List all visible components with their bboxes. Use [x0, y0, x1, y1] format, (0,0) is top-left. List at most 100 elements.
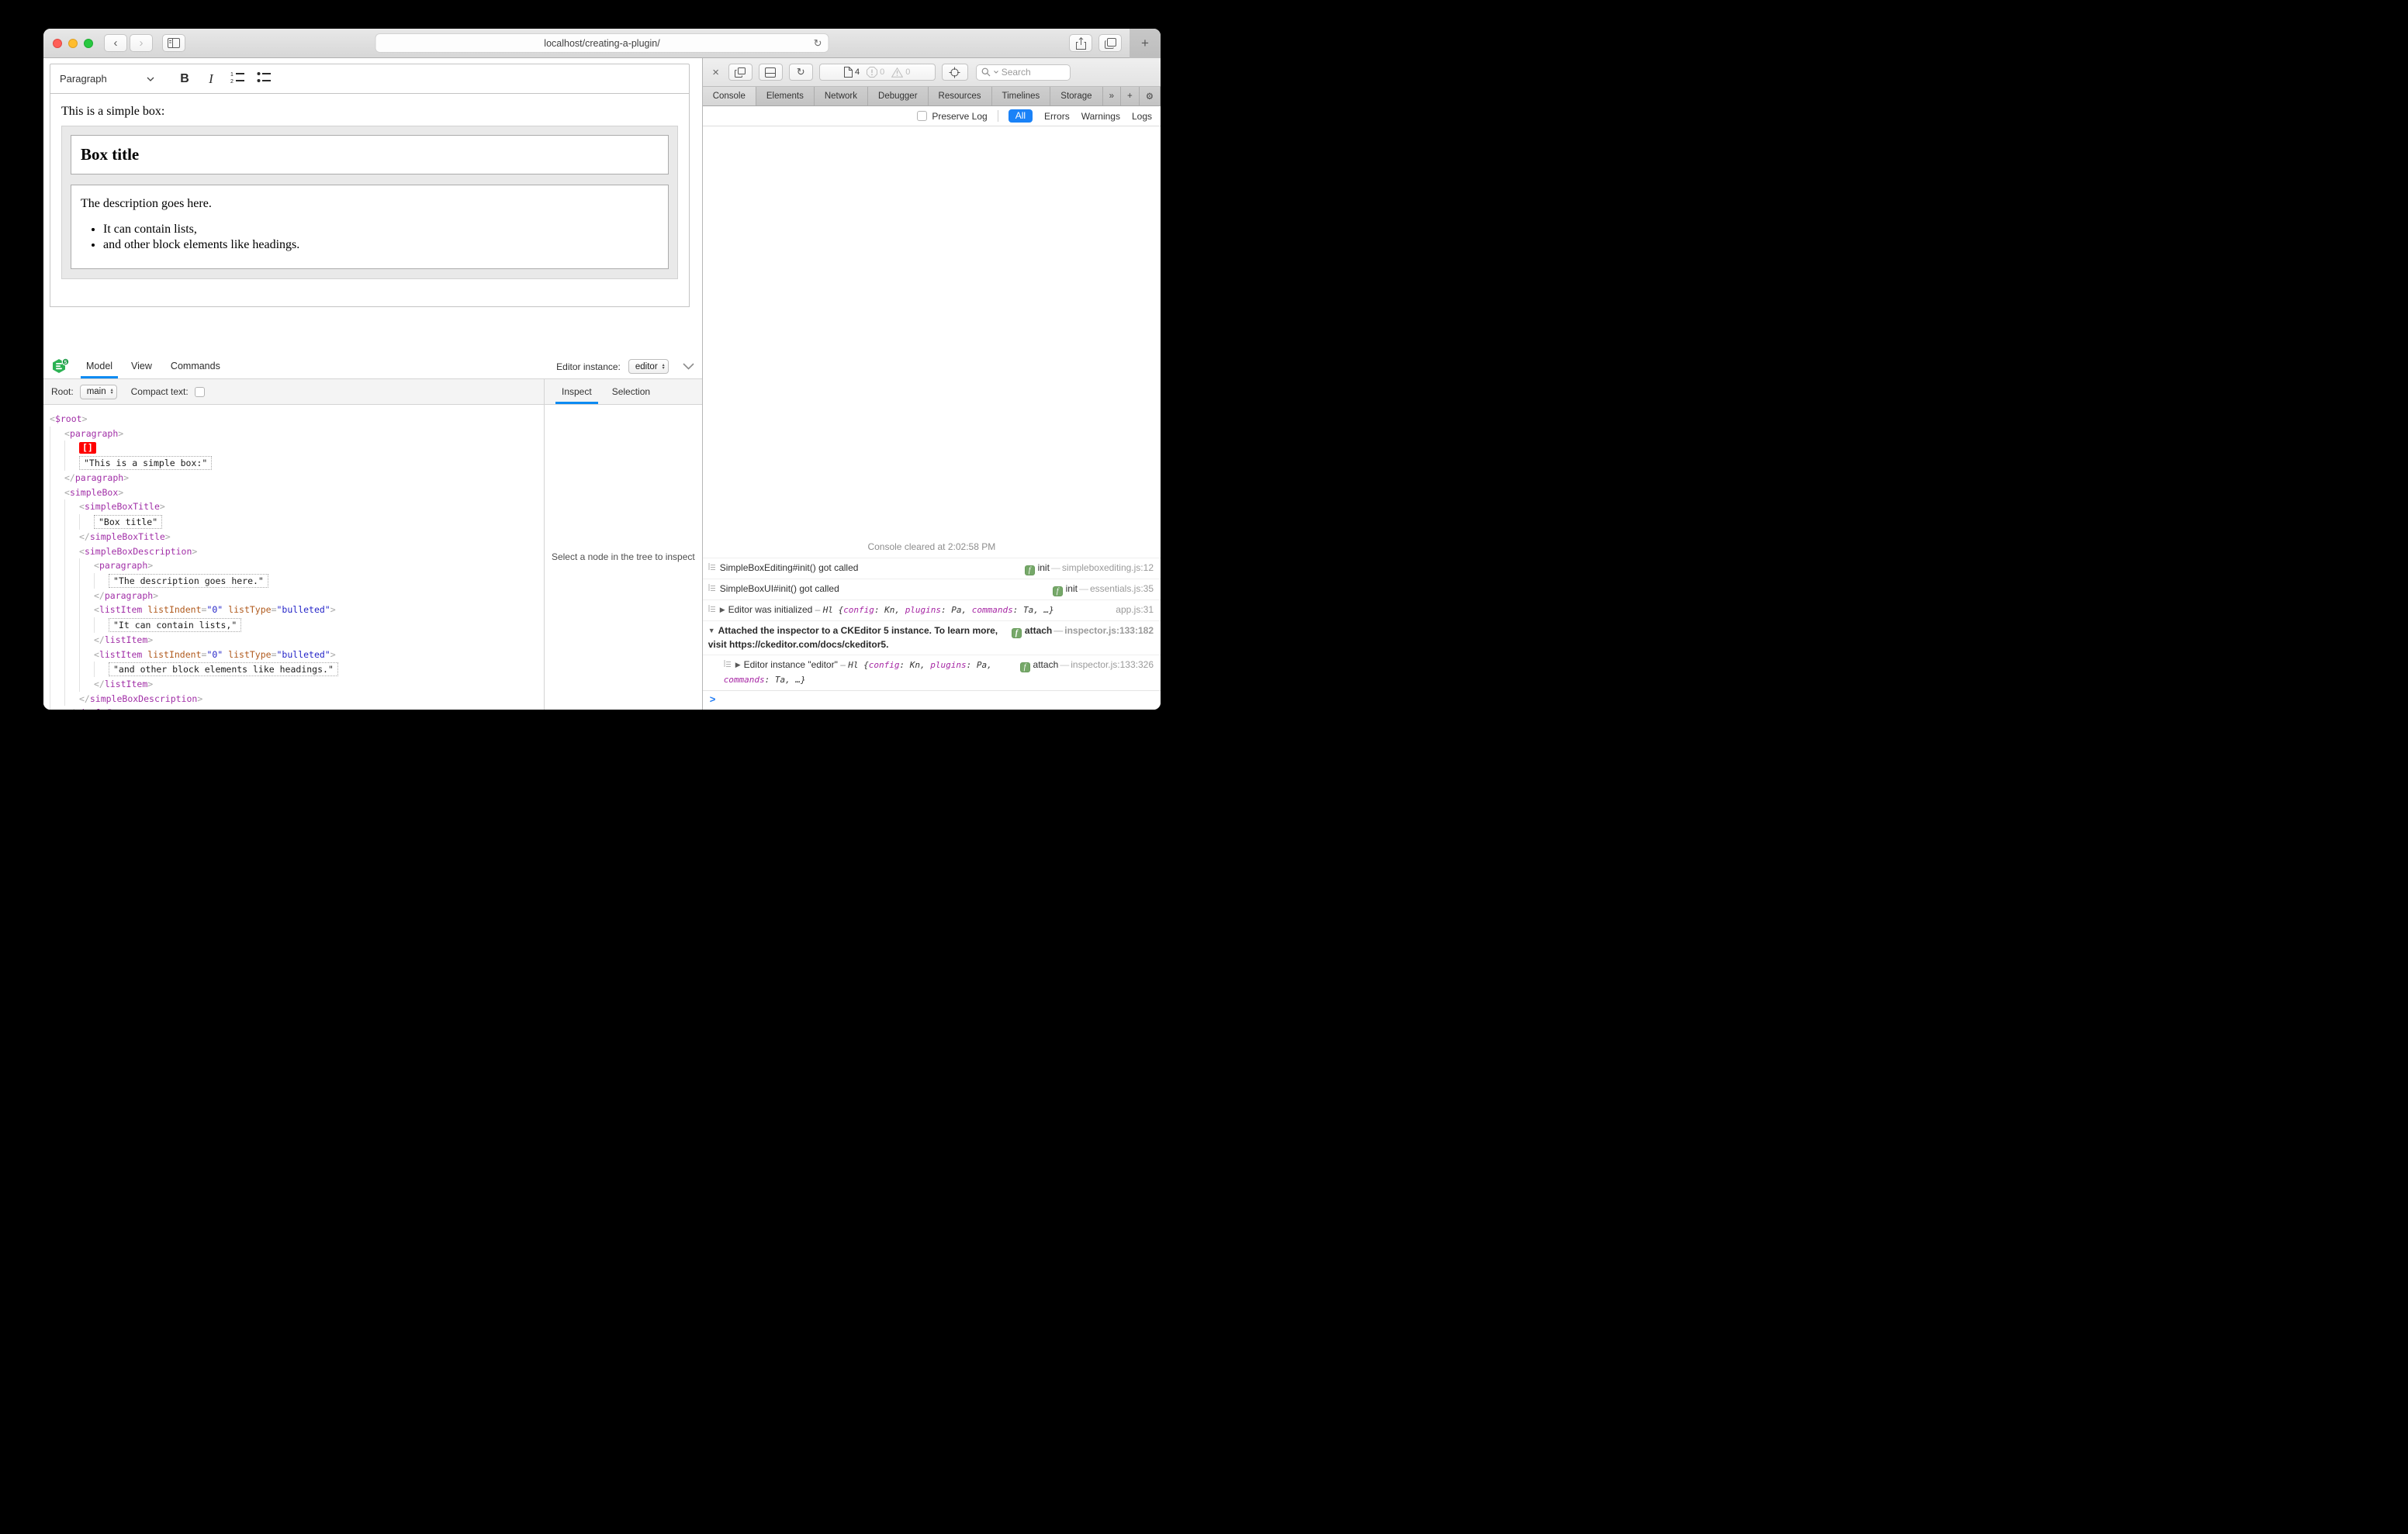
- filter-scope-warnings[interactable]: Warnings: [1081, 111, 1120, 122]
- preserve-log-checkbox[interactable]: [917, 111, 928, 121]
- tab-overview-button[interactable]: [1098, 34, 1122, 52]
- editor-paragraph[interactable]: This is a simple box:: [61, 105, 678, 119]
- devtools-tab-timelines[interactable]: Timelines: [992, 87, 1051, 105]
- filter-scope-all[interactable]: All: [1008, 109, 1033, 123]
- description-paragraph[interactable]: The description goes here.: [81, 197, 659, 211]
- element-node[interactable]: </listItem>: [94, 633, 153, 648]
- devtools-tab-resources[interactable]: Resources: [929, 87, 992, 105]
- source-link[interactable]: simpleboxediting.js:12: [1062, 562, 1154, 573]
- text-node-box[interactable]: "Box title": [94, 514, 163, 529]
- disclosure-collapsed-icon[interactable]: ▶: [720, 603, 725, 617]
- devtools-tab-console[interactable]: Console: [702, 87, 756, 105]
- tab-model[interactable]: Model: [81, 354, 119, 378]
- source-link[interactable]: inspector.js:133:326: [1071, 659, 1154, 670]
- list-item[interactable]: and other block elements like headings.: [103, 238, 659, 252]
- element-node[interactable]: <paragraph>: [64, 427, 123, 441]
- simple-box-widget[interactable]: Box title The description goes here. It …: [61, 126, 678, 279]
- console-row[interactable]: app.js:31 ▶ Editor was initialized – Hl {c…: [702, 599, 1161, 620]
- element-node[interactable]: <listItem listIndent="0" listType="bulle…: [94, 603, 336, 617]
- element-node[interactable]: <paragraph>: [94, 558, 153, 573]
- address-bar[interactable]: localhost/creating-a-plugin/ ↻: [375, 33, 829, 53]
- new-tab-button[interactable]: +: [1130, 29, 1161, 58]
- reload-page-button[interactable]: ↻: [788, 64, 813, 81]
- tab-selection[interactable]: Selection: [606, 379, 656, 404]
- collapse-inspector-icon[interactable]: [683, 363, 694, 370]
- element-node[interactable]: <simpleBox>: [64, 485, 123, 500]
- source-link[interactable]: app.js:31: [1116, 604, 1154, 615]
- compact-text-checkbox[interactable]: [194, 386, 205, 397]
- gear-icon[interactable]: ⚙: [1140, 87, 1161, 105]
- list-item[interactable]: It can contain lists,: [103, 223, 659, 237]
- element-node[interactable]: </listItem>: [94, 677, 153, 692]
- disclosure-collapsed-icon[interactable]: ▶: [735, 658, 741, 672]
- console-row[interactable]: f attach — inspector.js:133:182 ▼ Attached th…: [702, 620, 1161, 655]
- source-link[interactable]: essentials.js:35: [1090, 583, 1154, 594]
- devtools-search-field[interactable]: Search: [975, 64, 1071, 81]
- chevron-double-icon[interactable]: »: [1103, 87, 1121, 105]
- selection-marker-line[interactable]: []: [79, 441, 96, 455]
- console-filter-bar: Preserve Log All Errors Warnings Logs: [702, 106, 1161, 126]
- text-node-box[interactable]: "This is a simple box:": [79, 456, 213, 471]
- tab-commands[interactable]: Commands: [165, 354, 226, 378]
- tab-view[interactable]: View: [126, 354, 157, 378]
- simple-box-description[interactable]: The description goes here. It can contai…: [71, 185, 669, 269]
- devtools-tab-debugger[interactable]: Debugger: [868, 87, 929, 105]
- element-node[interactable]: <$root>: [50, 412, 88, 427]
- forward-button[interactable]: ›: [130, 34, 153, 52]
- text-node[interactable]: "It can contain lists,": [109, 617, 242, 633]
- resource-summary-button[interactable]: 4 0 0: [818, 64, 936, 81]
- log-message-icon: [708, 561, 716, 575]
- simple-box-title[interactable]: Box title: [71, 135, 669, 174]
- box-title-heading[interactable]: Box title: [81, 145, 659, 164]
- bold-button[interactable]: B: [171, 72, 198, 86]
- devtools-tab-network[interactable]: Network: [815, 87, 869, 105]
- element-node[interactable]: </simpleBoxDescription>: [79, 692, 202, 707]
- editor-editable[interactable]: This is a simple box: Box title The desc…: [50, 94, 690, 307]
- tree-line: <listItem listIndent="0" listType="bulle…: [50, 647, 544, 662]
- element-node[interactable]: </paragraph>: [94, 589, 158, 603]
- text-node[interactable]: "This is a simple box:": [79, 455, 213, 471]
- bulleted-list-button[interactable]: [251, 71, 277, 86]
- text-node-box[interactable]: "The description goes here.": [109, 573, 268, 588]
- console-row[interactable]: f attach — inspector.js:133:326 ▶ Editor inst…: [702, 655, 1161, 690]
- root-select[interactable]: main ▴ ▾: [79, 384, 117, 399]
- text-node-box[interactable]: "It can contain lists,": [109, 617, 242, 632]
- dock-side-button[interactable]: [728, 64, 752, 81]
- text-node[interactable]: "Box title": [94, 514, 163, 530]
- disclosure-expanded-icon[interactable]: ▼: [708, 624, 715, 637]
- plus-icon[interactable]: +: [1121, 87, 1140, 105]
- filter-scope-logs[interactable]: Logs: [1132, 111, 1152, 122]
- close-devtools-button[interactable]: ×: [710, 66, 722, 79]
- selection-marker[interactable]: []: [79, 442, 96, 454]
- filter-scope-errors[interactable]: Errors: [1044, 111, 1070, 122]
- element-node[interactable]: <listItem listIndent="0" listType="bulle…: [94, 648, 336, 662]
- devtools-tab-elements[interactable]: Elements: [756, 87, 815, 105]
- element-node[interactable]: <simpleBoxTitle>: [79, 499, 165, 514]
- back-button[interactable]: ‹: [104, 34, 127, 52]
- element-picker-button[interactable]: [941, 64, 968, 81]
- source-link[interactable]: inspector.js:133:182: [1064, 625, 1154, 636]
- element-node[interactable]: </simpleBox>: [64, 706, 129, 710]
- element-node[interactable]: <simpleBoxDescription>: [79, 544, 197, 559]
- minimize-window-button[interactable]: [68, 38, 78, 48]
- close-window-button[interactable]: [53, 38, 62, 48]
- share-button[interactable]: [1069, 34, 1092, 52]
- element-node[interactable]: </paragraph>: [64, 471, 129, 485]
- numbered-list-button[interactable]: 1 2: [224, 71, 251, 86]
- sidebar-button[interactable]: [162, 34, 185, 52]
- zoom-window-button[interactable]: [84, 38, 93, 48]
- text-node[interactable]: "and other block elements like headings.…: [109, 662, 338, 677]
- text-node-box[interactable]: "and other block elements like headings.…: [109, 662, 338, 677]
- ckeditor-docs-link[interactable]: https://ckeditor.com/docs/ckeditor5: [729, 639, 886, 650]
- editor-instance-select[interactable]: editor ▴ ▾: [628, 359, 669, 374]
- console-prompt[interactable]: >: [702, 690, 1161, 710]
- tab-inspect[interactable]: Inspect: [555, 379, 598, 404]
- dock-bottom-button[interactable]: [758, 64, 783, 81]
- devtools-tab-storage[interactable]: Storage: [1050, 87, 1103, 105]
- heading-dropdown[interactable]: Paragraph: [60, 73, 154, 85]
- text-node[interactable]: "The description goes here.": [109, 573, 268, 589]
- italic-button[interactable]: I: [198, 71, 224, 87]
- reload-icon[interactable]: ↻: [814, 37, 822, 50]
- element-node[interactable]: </simpleBoxTitle>: [79, 530, 171, 544]
- svg-text:1: 1: [230, 72, 234, 78]
